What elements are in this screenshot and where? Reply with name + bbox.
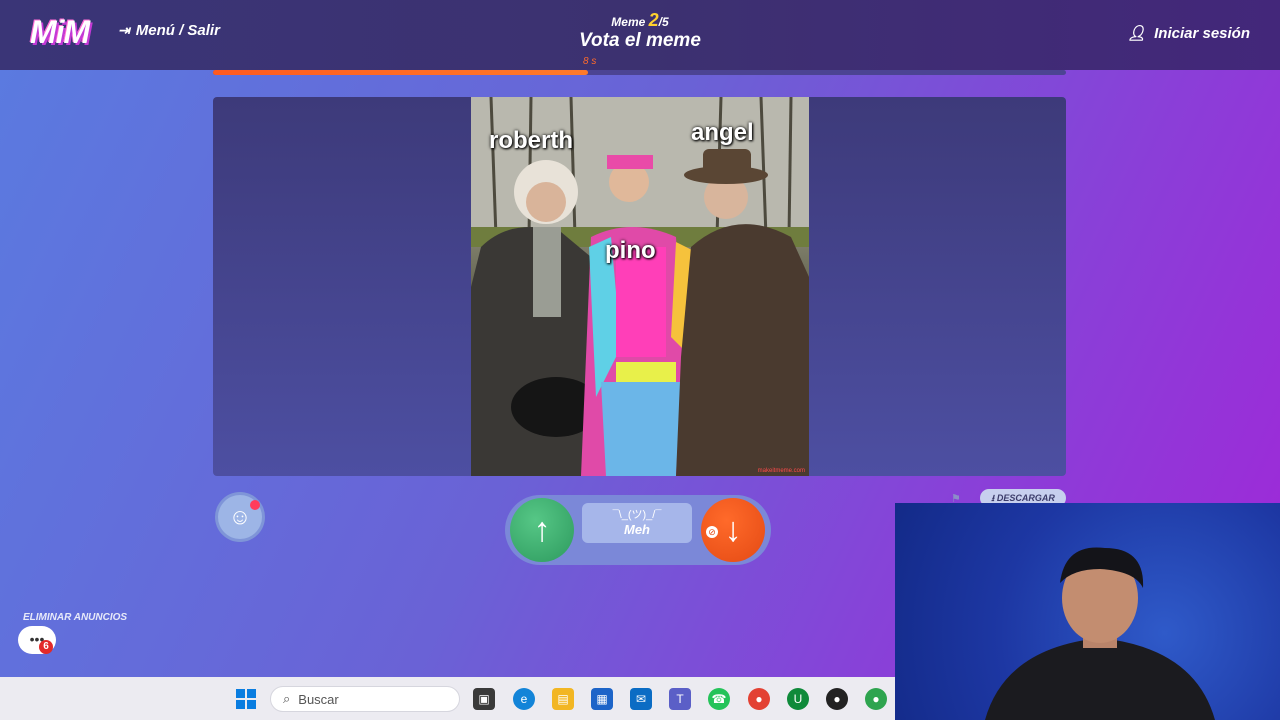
menu-exit-label: Menú / Salir (135, 22, 220, 39)
caption-middle: pino (605, 237, 656, 264)
chrome-icon[interactable]: ● (748, 688, 770, 710)
menu-exit-button[interactable]: ⇥ Menú / Salir (118, 22, 220, 39)
file-explorer-icon[interactable]: ▤ (552, 688, 574, 710)
notification-dot (250, 500, 260, 510)
timer-progress-fill (213, 70, 589, 75)
meh-button[interactable]: ¯\_(ツ)_/¯ Meh (582, 503, 692, 543)
download-label: DESCARGAR (996, 493, 1055, 503)
whatsapp-icon[interactable]: ☎ (708, 688, 730, 710)
edge-icon[interactable]: e (513, 688, 535, 710)
timer-text: 8 s (583, 56, 597, 67)
app-logo[interactable]: MiM (30, 14, 90, 51)
meme-counter-label: Meme (611, 15, 646, 29)
upvote-button[interactable]: ↑ (510, 498, 574, 562)
chat-badge: 6 (39, 640, 53, 654)
app-u-icon[interactable]: U (787, 688, 809, 710)
login-label: Iniciar sesión (1154, 24, 1250, 42)
meme-counter: Meme 2/5 (540, 10, 740, 31)
top-bar: MiM ⇥ Menú / Salir Meme 2/5 Vota el meme… (0, 0, 1280, 70)
search-placeholder: Buscar (298, 691, 339, 707)
media-app-icon[interactable]: ● (826, 688, 848, 710)
arrow-up-icon: ↑ (533, 510, 551, 549)
meh-label: Meh (624, 522, 650, 537)
arrow-down-icon: ↓ (724, 510, 742, 549)
smiley-icon: ☺ (228, 504, 252, 529)
outlook-icon[interactable]: ✉ (630, 688, 652, 710)
download-icon: ⭳ (991, 493, 995, 503)
timer-progress-bar (213, 70, 1066, 75)
caption-left: roberth (489, 127, 573, 154)
search-icon: ⌕ (283, 691, 291, 706)
block-icon: ⊘ (706, 526, 718, 538)
meme-watermark: makeitmeme.com (757, 468, 805, 474)
teams-icon[interactable]: T (669, 688, 691, 710)
meme-total: /5 (658, 15, 669, 29)
windows-start-icon[interactable] (236, 689, 256, 709)
login-button[interactable]: 👤︎ Iniciar sesión (1127, 24, 1250, 43)
user-icon: 👤︎ (1127, 25, 1147, 42)
remove-ads-link[interactable]: ELIMINAR ANUNCIOS (23, 612, 127, 623)
chrome-profile-icon[interactable]: ● (865, 688, 887, 710)
store-icon[interactable]: ▦ (591, 688, 613, 710)
webcam-person (985, 547, 1215, 720)
meme-image: roberth pino angel makeitmeme.com (471, 97, 809, 476)
webcam-overlay (895, 503, 1280, 720)
task-view-icon[interactable]: ▣ (473, 688, 495, 710)
meme-panel: roberth pino angel makeitmeme.com (213, 97, 1066, 476)
exit-icon: ⇥ (118, 22, 130, 38)
meme-current: 2 (648, 10, 659, 30)
shrug-face: ¯\_(ツ)_/¯ (612, 509, 662, 521)
page-title: Vota el meme (579, 30, 701, 51)
taskbar-search[interactable]: ⌕ Buscar (270, 686, 460, 712)
caption-right: angel (691, 119, 754, 146)
